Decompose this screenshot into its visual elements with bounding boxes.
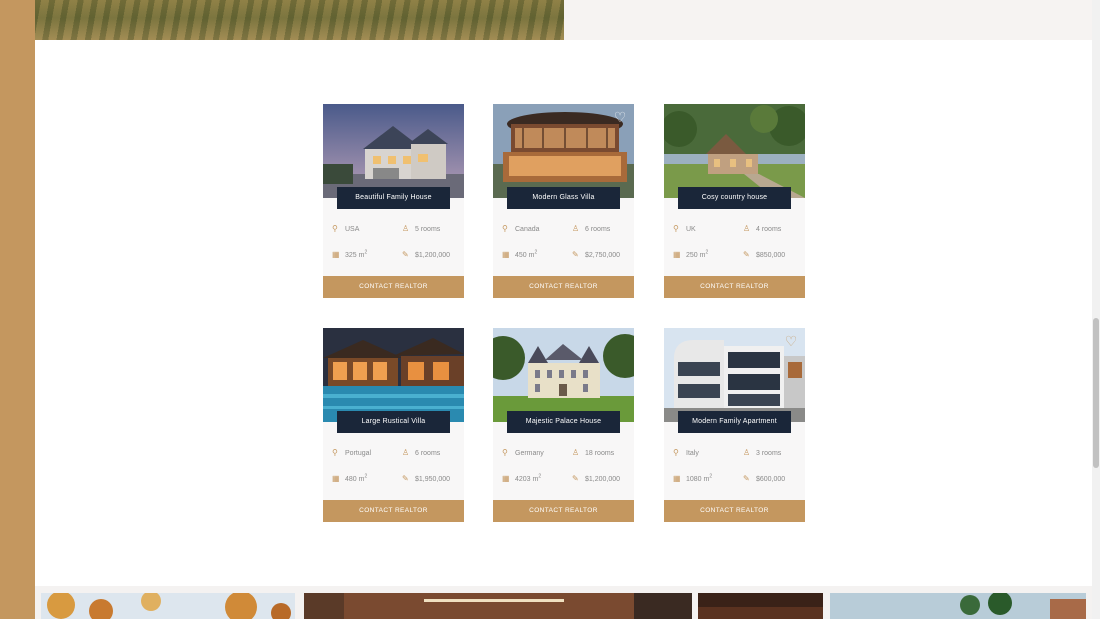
- country-info: ⚲ Italy: [673, 448, 699, 457]
- person-icon: ♙: [743, 448, 751, 457]
- money-icon: ✎: [743, 474, 750, 483]
- location-pin-icon: ⚲: [502, 448, 508, 457]
- location-pin-icon: ⚲: [502, 224, 508, 233]
- property-title[interactable]: Majestic Palace House: [507, 411, 620, 433]
- money-icon: ✎: [572, 474, 579, 483]
- area-info: ▦ 4203 m2: [502, 473, 542, 483]
- location-pin-icon: ⚲: [332, 448, 338, 457]
- rooms-info: ♙ 18 rooms: [572, 448, 615, 457]
- contact-realtor-button[interactable]: CONTACT REALTOR: [323, 500, 464, 522]
- property-title[interactable]: Large Rustical Villa: [337, 411, 450, 433]
- area-info: ▦ 450 m2: [502, 249, 538, 259]
- location-pin-icon: ⚲: [673, 448, 679, 457]
- property-photo[interactable]: [323, 104, 464, 198]
- country-info: ⚲ Canada: [502, 224, 540, 233]
- rooms-info: ♙ 6 rooms: [572, 224, 611, 233]
- property-card: ♡ Modern Glass Villa ⚲ Canada ♙ 6 rooms ▦ 4…: [493, 104, 634, 298]
- location-pin-icon: ⚲: [673, 224, 679, 233]
- country-info: ⚲ USA: [332, 224, 360, 233]
- hero-text-panel: [564, 0, 1092, 40]
- rooms-info: ♙ 4 rooms: [743, 224, 782, 233]
- area-info: ▦ 250 m2: [673, 249, 709, 259]
- property-card: Cosy country house ⚲ UK ♙ 4 rooms ▦ 250 m2 …: [664, 104, 805, 298]
- contact-realtor-button[interactable]: CONTACT REALTOR: [323, 276, 464, 298]
- heart-icon[interactable]: ♡: [783, 333, 799, 349]
- floor-plan-icon: ▦: [673, 250, 681, 259]
- property-title[interactable]: Modern Glass Villa: [507, 187, 620, 209]
- floor-plan-icon: ▦: [502, 250, 510, 259]
- price-info: ✎ $850,000: [743, 250, 786, 259]
- contact-realtor-button[interactable]: CONTACT REALTOR: [664, 276, 805, 298]
- price-info: ✎ $600,000: [743, 474, 786, 483]
- gallery-photo-interior[interactable]: [304, 593, 692, 619]
- floor-plan-icon: ▦: [673, 474, 681, 483]
- property-photo[interactable]: [493, 328, 634, 422]
- person-icon: ♙: [402, 448, 410, 457]
- contact-realtor-button[interactable]: CONTACT REALTOR: [664, 500, 805, 522]
- gallery-photo-tropical[interactable]: [830, 593, 1086, 619]
- rooms-info: ♙ 3 rooms: [743, 448, 782, 457]
- floor-plan-icon: ▦: [502, 474, 510, 483]
- country-info: ⚲ UK: [673, 224, 696, 233]
- person-icon: ♙: [402, 224, 410, 233]
- person-icon: ♙: [572, 224, 580, 233]
- country-info: ⚲ Germany: [502, 448, 544, 457]
- property-card: Majestic Palace House ⚲ Germany ♙ 18 rooms…: [493, 328, 634, 522]
- money-icon: ✎: [402, 474, 409, 483]
- price-info: ✎ $2,750,000: [572, 250, 621, 259]
- floor-plan-icon: ▦: [332, 250, 340, 259]
- property-photo[interactable]: [664, 104, 805, 198]
- contact-realtor-button[interactable]: CONTACT REALTOR: [493, 500, 634, 522]
- scrollbar-thumb[interactable]: [1093, 318, 1099, 468]
- property-photo[interactable]: ♡: [493, 104, 634, 198]
- contact-realtor-button[interactable]: CONTACT REALTOR: [493, 276, 634, 298]
- property-title[interactable]: Modern Family Apartment: [678, 411, 791, 433]
- location-pin-icon: ⚲: [332, 224, 338, 233]
- property-photo[interactable]: ♡: [664, 328, 805, 422]
- property-title[interactable]: Cosy country house: [678, 187, 791, 209]
- area-info: ▦ 480 m2: [332, 473, 368, 483]
- left-accent-bar: [0, 0, 35, 619]
- property-card: Beautiful Family House ⚲ USA ♙ 5 rooms ▦ 32…: [323, 104, 464, 298]
- price-info: ✎ $1,200,000: [402, 250, 451, 259]
- property-title[interactable]: Beautiful Family House: [337, 187, 450, 209]
- rooms-info: ♙ 5 rooms: [402, 224, 441, 233]
- country-info: ⚲ Portugal: [332, 448, 372, 457]
- hero-landscape-image: [35, 0, 564, 40]
- property-card: ♡ Modern Family Apartment ⚲ Italy ♙ 3 room…: [664, 328, 805, 522]
- price-info: ✎ $1,950,000: [402, 474, 451, 483]
- page-scrollbar[interactable]: [1092, 0, 1100, 619]
- person-icon: ♙: [572, 448, 580, 457]
- money-icon: ✎: [743, 250, 750, 259]
- property-card: Large Rustical Villa ⚲ Portugal ♙ 6 rooms …: [323, 328, 464, 522]
- price-info: ✎ $1,200,000: [572, 474, 621, 483]
- area-info: ▦ 1080 m2: [673, 473, 713, 483]
- gallery-photo-autumn[interactable]: [41, 593, 295, 619]
- money-icon: ✎: [572, 250, 579, 259]
- money-icon: ✎: [402, 250, 409, 259]
- rooms-info: ♙ 6 rooms: [402, 448, 441, 457]
- floor-plan-icon: ▦: [332, 474, 340, 483]
- heart-icon[interactable]: ♡: [612, 109, 628, 125]
- area-info: ▦ 325 m2: [332, 249, 368, 259]
- gallery-photo-room[interactable]: [698, 593, 823, 619]
- person-icon: ♙: [743, 224, 751, 233]
- property-photo[interactable]: [323, 328, 464, 422]
